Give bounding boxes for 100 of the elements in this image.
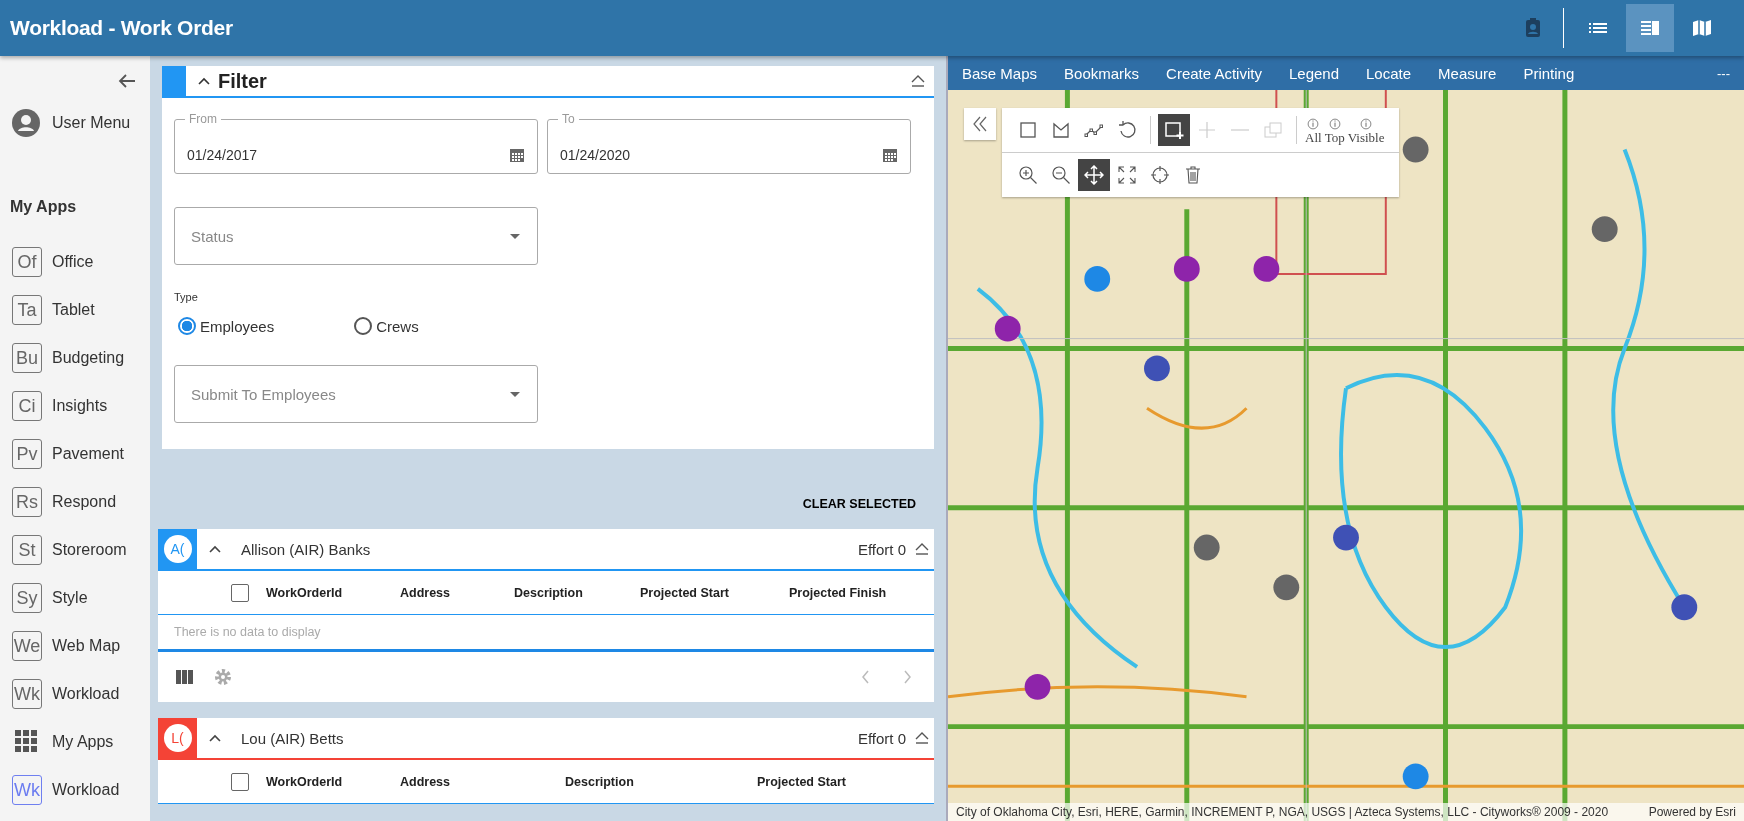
app-item[interactable]: Wk Workload <box>0 766 150 814</box>
effort-label: Effort 0 <box>857 729 906 747</box>
column-header[interactable]: Address <box>400 585 514 600</box>
collapse-icon <box>910 73 926 89</box>
checkbox[interactable] <box>231 583 249 602</box>
map-menu-item[interactable]: Base Maps <box>962 64 1038 82</box>
column-header[interactable]: Description <box>514 585 640 600</box>
square-icon <box>1018 120 1038 140</box>
employee-name: Lou (AIR) Betts <box>241 729 345 747</box>
avatar-initials: L( <box>163 724 192 752</box>
app-tile-icon: We <box>12 631 42 661</box>
plus-icon <box>1197 120 1217 140</box>
more-menu-item[interactable]: --- <box>1717 65 1730 81</box>
app-tile-icon: Of <box>12 247 42 277</box>
app-tile-icon: Ta <box>12 295 42 325</box>
app-item[interactable]: St Storeroom <box>0 526 150 574</box>
user-avatar-icon <box>12 109 40 137</box>
empty-message: There is no data to display <box>158 615 934 652</box>
app-item[interactable]: Ta Tablet <box>0 286 150 334</box>
date-field[interactable]: From 01/24/2017 <box>174 112 538 174</box>
app-item[interactable]: Sy Style <box>0 574 150 622</box>
map-tool-button[interactable]: Visible <box>1346 110 1386 150</box>
app-tile-icon: Rs <box>12 487 42 517</box>
calendar-icon <box>882 146 898 163</box>
columns-icon <box>175 667 194 687</box>
map-menu-item[interactable]: Measure <box>1438 64 1497 82</box>
clear-selected-button[interactable]: CLEAR SELECTED <box>802 497 916 511</box>
collapse-icon <box>914 541 930 557</box>
copy-icon <box>1263 120 1283 140</box>
app-tile-icon: St <box>12 535 42 565</box>
column-header[interactable]: Projected Finish <box>789 585 887 600</box>
type-label: Type <box>174 291 199 303</box>
dropdown-field[interactable]: Status <box>174 207 538 265</box>
app-title: Workload - Work Order <box>10 16 233 40</box>
employee-name: Allison (AIR) Banks <box>241 540 372 558</box>
dropdown-caret-icon <box>509 390 521 398</box>
effort-label: Effort 0 <box>857 540 906 558</box>
app-item[interactable]: Wk Workload <box>0 670 150 718</box>
crosshair-icon <box>1150 165 1170 185</box>
polygon-icon <box>1051 120 1071 140</box>
column-header[interactable]: Projected Start <box>757 774 846 789</box>
pan-icon <box>1084 165 1104 185</box>
date-field[interactable]: To 01/24/2020 <box>547 112 911 174</box>
column-header[interactable]: WorkOrderId <box>266 774 400 789</box>
info-icon <box>1359 116 1374 131</box>
map-tool-button[interactable] <box>1158 114 1190 146</box>
dropdown-caret-icon <box>509 232 521 240</box>
powered-by-text: Powered by Esri <box>1648 805 1736 819</box>
collapse-toolbar-button[interactable] <box>964 108 996 140</box>
undo-icon <box>1117 120 1137 140</box>
column-header[interactable]: Description <box>565 774 757 789</box>
info-icon <box>1306 116 1321 131</box>
add-shape-icon <box>1164 120 1184 140</box>
double-chevron-icon <box>972 115 988 133</box>
column-header[interactable]: Projected Start <box>640 585 789 600</box>
dropdown-field[interactable]: Submit To Employees <box>174 365 538 423</box>
app-tile-icon: Wk <box>12 775 42 805</box>
app-item[interactable]: Bu Budgeting <box>0 334 150 382</box>
map-tool-button[interactable]: All <box>1304 110 1323 150</box>
app-item[interactable]: Rs Respond <box>0 478 150 526</box>
app-tile-icon: Pv <box>12 439 42 469</box>
calendar-icon <box>509 146 525 163</box>
app-item[interactable]: My Apps <box>0 718 150 766</box>
app-tile-icon: Wk <box>12 679 42 709</box>
full-extent-icon <box>1117 165 1137 185</box>
user-menu-item[interactable]: User Menu <box>0 94 150 138</box>
app-item[interactable]: Of Office <box>0 238 150 286</box>
filter-title: Filter <box>218 69 268 93</box>
zoom-out-icon <box>1051 165 1071 185</box>
app-tile-icon: Sy <box>12 583 42 613</box>
map-tool-button[interactable] <box>1078 159 1110 191</box>
radio-option[interactable]: Employees <box>178 317 275 335</box>
previous-page-icon <box>859 668 871 686</box>
map-menu-item[interactable]: Printing <box>1523 64 1575 82</box>
attribution-text: City of Oklahoma City, Esri, HERE, Garmin, INCREMENT P, NGA, USGS | Azteca Systems, LLC - Cityworks® 2009 - 2020 <box>956 805 1609 819</box>
next-page-icon <box>902 668 914 686</box>
avatar-initials: A( <box>163 535 192 563</box>
checkbox[interactable] <box>231 772 249 791</box>
section-heading: My Apps <box>10 198 78 216</box>
map-menu-item[interactable]: Legend <box>1288 64 1339 82</box>
user-menu-label: User Menu <box>52 114 131 132</box>
app-tile-icon: Ci <box>12 391 42 421</box>
app-tile-icon: Bu <box>12 343 42 373</box>
app-item[interactable]: Pv Pavement <box>0 430 150 478</box>
map-menu-item[interactable]: Bookmarks <box>1064 64 1140 82</box>
gear-icon <box>213 667 233 687</box>
map-tool-button[interactable]: Top <box>1323 110 1346 150</box>
view-button[interactable] <box>1626 4 1674 52</box>
column-header[interactable]: WorkOrderId <box>266 585 400 600</box>
app-item[interactable]: We Web Map <box>0 622 150 670</box>
column-header[interactable]: Address <box>400 774 565 789</box>
zoom-in-icon <box>1018 165 1038 185</box>
trash-icon <box>1183 165 1203 185</box>
map-menu-item[interactable]: Create Activity <box>1166 64 1262 82</box>
info-icon <box>1327 116 1342 131</box>
collapse-icon <box>914 730 930 746</box>
app-item[interactable]: Ci Insights <box>0 382 150 430</box>
map-icon <box>1691 17 1713 39</box>
map-menu-item[interactable]: Locate <box>1366 64 1412 82</box>
radio-option[interactable]: Crews <box>354 317 419 335</box>
